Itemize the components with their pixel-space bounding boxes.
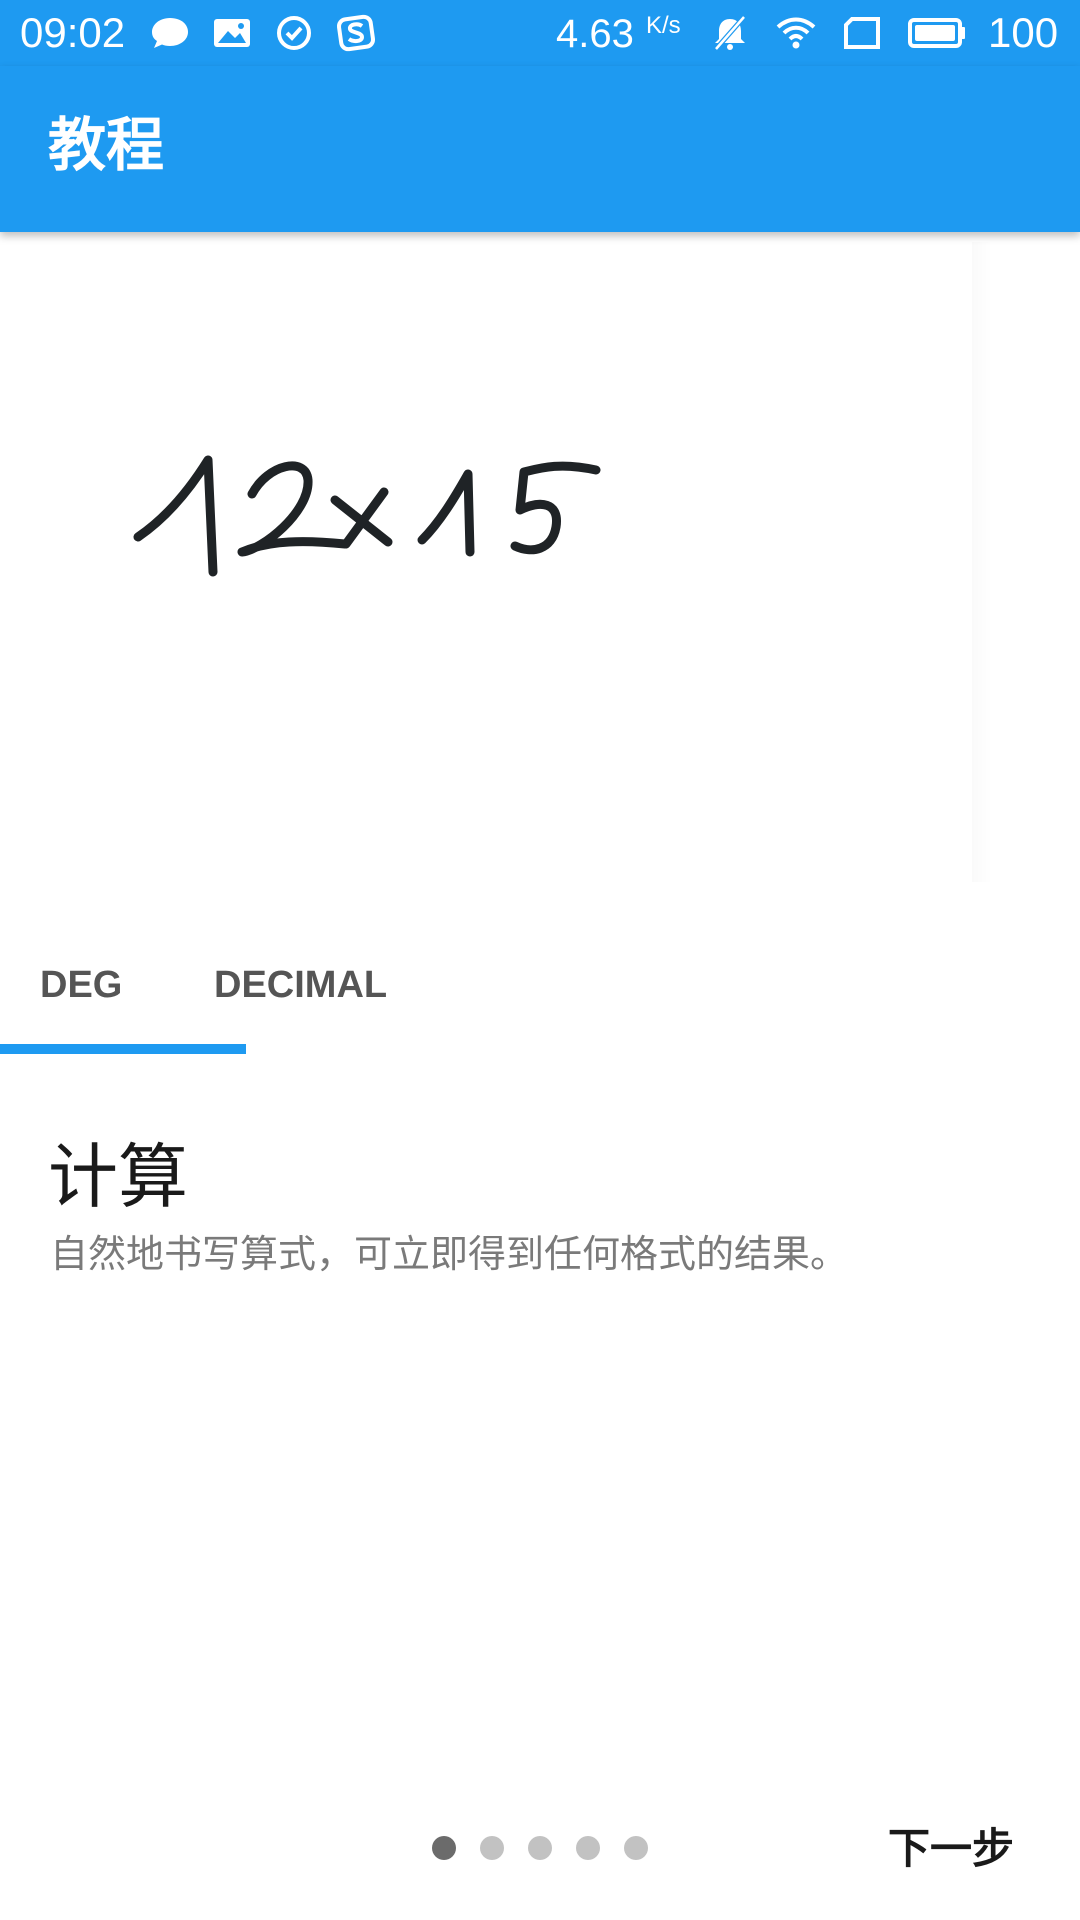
battery-level: 100 [988, 9, 1059, 56]
check-circle-icon [277, 16, 311, 50]
sogou-icon [336, 14, 376, 52]
bell-off-icon [714, 15, 746, 51]
app-bar: 教程 [0, 66, 1080, 232]
battery-icon [908, 18, 965, 48]
illustration-edge [972, 242, 992, 882]
image-icon [214, 19, 250, 47]
handwritten-expression-image [133, 455, 601, 577]
page-dot[interactable] [624, 1836, 648, 1860]
notification-icons [148, 12, 378, 54]
wifi-icon [776, 17, 816, 49]
next-button[interactable]: 下一步 [878, 1818, 1024, 1880]
feature-title: 计算 [48, 1136, 188, 1218]
page-dot[interactable] [480, 1836, 504, 1860]
chat-bubble-icon [152, 18, 188, 48]
mode-tabs: DEG DECIMAL [0, 940, 1080, 1056]
net-speed-unit: K/s [646, 12, 681, 39]
net-speed-value: 4.63 [556, 12, 634, 56]
page-indicator [432, 1836, 648, 1860]
tab-selected-indicator [0, 1044, 246, 1054]
status-bar: 09:02 4.63 K/s 100 [0, 0, 1080, 66]
tutorial-screen: 09:02 4.63 K/s 100 教程 DEG DECIMAL 计算 自然地… [0, 0, 1080, 1920]
system-icons [708, 12, 968, 54]
status-time: 09:02 [20, 9, 126, 56]
page-dot[interactable] [576, 1836, 600, 1860]
sim-card-icon [844, 17, 880, 49]
feature-description: 自然地书写算式，可立即得到任何格式的结果。 [50, 1232, 849, 1276]
page-dot[interactable] [528, 1836, 552, 1860]
tab-decimal[interactable]: DECIMAL [214, 940, 387, 1030]
tab-deg[interactable]: DEG [40, 940, 122, 1030]
handwriting-illustration [0, 232, 1080, 892]
page-title: 教程 [48, 111, 165, 179]
page-dot-active[interactable] [432, 1836, 456, 1860]
